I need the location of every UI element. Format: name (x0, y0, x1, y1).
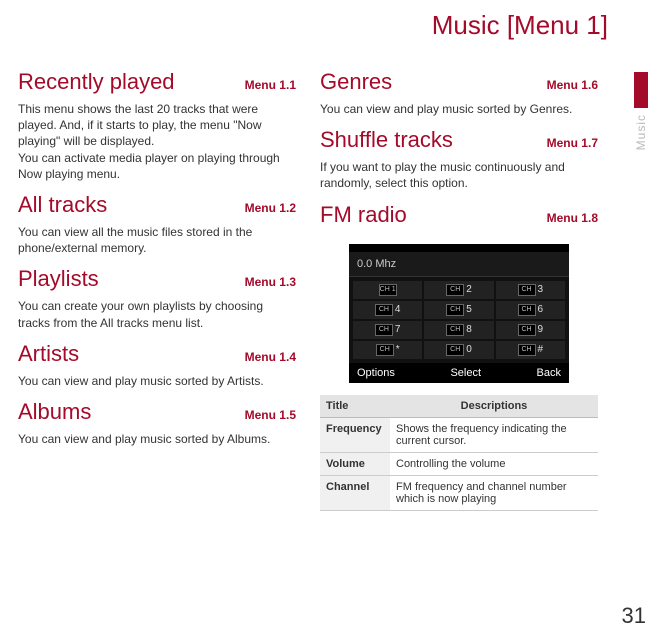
fm-key-star: CH* (353, 341, 422, 359)
channel-box-icon: CH (446, 284, 464, 296)
table-header-descriptions: Descriptions (390, 395, 598, 418)
column-right: Genres Menu 1.6 You can view and play mu… (320, 59, 598, 511)
fm-channel-5: CH5 (424, 301, 493, 319)
channel-box-icon: CH (375, 304, 393, 316)
channel-box-icon: CH (375, 324, 393, 336)
channel-box-icon: CH (376, 344, 394, 356)
section-title: FM radio (320, 202, 407, 228)
softkey-back: Back (537, 367, 561, 379)
table-row: Frequency Shows the frequency indicating… (320, 417, 598, 452)
fm-statusbar (349, 244, 569, 252)
channel-box-icon: CH (446, 324, 464, 336)
section-menu-ref: Menu 1.1 (245, 78, 296, 92)
section-body: You can view and play music sorted by Ar… (18, 373, 296, 389)
fm-channel-7: CH7 (353, 321, 422, 339)
section-body: You can create your own playlists by cho… (18, 298, 296, 330)
channel-box-icon: CH (518, 304, 536, 316)
section-title: Recently played (18, 69, 175, 95)
softkey-options: Options (357, 367, 395, 379)
page-title: Music [Menu 1] (18, 10, 642, 41)
section-menu-ref: Menu 1.7 (547, 136, 598, 150)
fm-channel-3: CH3 (496, 281, 565, 299)
channel-box-icon: CH (518, 344, 536, 356)
section-playlists: Playlists Menu 1.3 You can create your o… (18, 256, 296, 330)
section-title: Albums (18, 399, 91, 425)
section-artists: Artists Menu 1.4 You can view and play m… (18, 331, 296, 389)
fm-channel-9: CH9 (496, 321, 565, 339)
section-title: Artists (18, 341, 79, 367)
page-number: 31 (622, 603, 646, 629)
section-menu-ref: Menu 1.2 (245, 201, 296, 215)
section-body: You can view and play music sorted by Al… (18, 431, 296, 447)
column-left: Recently played Menu 1.1 This menu shows… (18, 59, 296, 511)
fm-info-table: Title Descriptions Frequency Shows the f… (320, 395, 598, 511)
section-shuffle-tracks: Shuffle tracks Menu 1.7 If you want to p… (320, 117, 598, 191)
row-title: Frequency (320, 417, 390, 452)
section-body: You can view and play music sorted by Ge… (320, 101, 598, 117)
section-menu-ref: Menu 1.5 (245, 408, 296, 422)
section-body: If you want to play the music continuous… (320, 159, 598, 191)
section-menu-ref: Menu 1.6 (547, 78, 598, 92)
fm-channel-6: CH6 (496, 301, 565, 319)
section-albums: Albums Menu 1.5 You can view and play mu… (18, 389, 296, 447)
section-all-tracks: All tracks Menu 1.2 You can view all the… (18, 182, 296, 256)
table-header-title: Title (320, 395, 390, 418)
row-desc: Controlling the volume (390, 452, 598, 475)
channel-box-icon: CH (518, 284, 536, 296)
side-tab: Music (632, 72, 650, 150)
fm-softkeys: Options Select Back (349, 363, 569, 383)
content-columns: Recently played Menu 1.1 This menu shows… (18, 59, 642, 511)
channel-box-icon: CH (518, 324, 536, 336)
section-title: Playlists (18, 266, 99, 292)
row-desc: Shows the frequency indicating the curre… (390, 417, 598, 452)
row-title: Channel (320, 475, 390, 510)
section-fm-radio: FM radio Menu 1.8 (320, 192, 598, 234)
fm-radio-screenshot: 0.0 Mhz CH 1 CH2 CH3 CH4 CH5 CH6 CH7 CH8… (349, 244, 569, 383)
fm-channel-grid: CH 1 CH2 CH3 CH4 CH5 CH6 CH7 CH8 CH9 CH*… (349, 277, 569, 363)
channel-box-icon: CH (446, 304, 464, 316)
side-tab-label: Music (634, 114, 648, 150)
fm-channel-0: CH0 (424, 341, 493, 359)
fm-frequency-display: 0.0 Mhz (349, 252, 569, 277)
section-genres: Genres Menu 1.6 You can view and play mu… (320, 59, 598, 117)
section-menu-ref: Menu 1.3 (245, 275, 296, 289)
side-tab-marker (634, 72, 648, 108)
channel-box-icon: CH (446, 344, 464, 356)
row-desc: FM frequency and channel number which is… (390, 475, 598, 510)
section-title: All tracks (18, 192, 107, 218)
section-body: This menu shows the last 20 tracks that … (18, 101, 296, 182)
fm-key-hash: CH# (496, 341, 565, 359)
section-menu-ref: Menu 1.8 (547, 211, 598, 225)
softkey-select: Select (450, 367, 481, 379)
table-row: Volume Controlling the volume (320, 452, 598, 475)
section-title: Genres (320, 69, 392, 95)
section-menu-ref: Menu 1.4 (245, 350, 296, 364)
fm-channel-8: CH8 (424, 321, 493, 339)
section-body: You can view all the music files stored … (18, 224, 296, 256)
row-title: Volume (320, 452, 390, 475)
fm-channel-1: CH 1 (353, 281, 422, 299)
section-title: Shuffle tracks (320, 127, 453, 153)
fm-channel-4: CH4 (353, 301, 422, 319)
channel-box-icon: CH 1 (379, 284, 397, 296)
fm-channel-2: CH2 (424, 281, 493, 299)
section-recently-played: Recently played Menu 1.1 This menu shows… (18, 59, 296, 182)
table-row: Channel FM frequency and channel number … (320, 475, 598, 510)
